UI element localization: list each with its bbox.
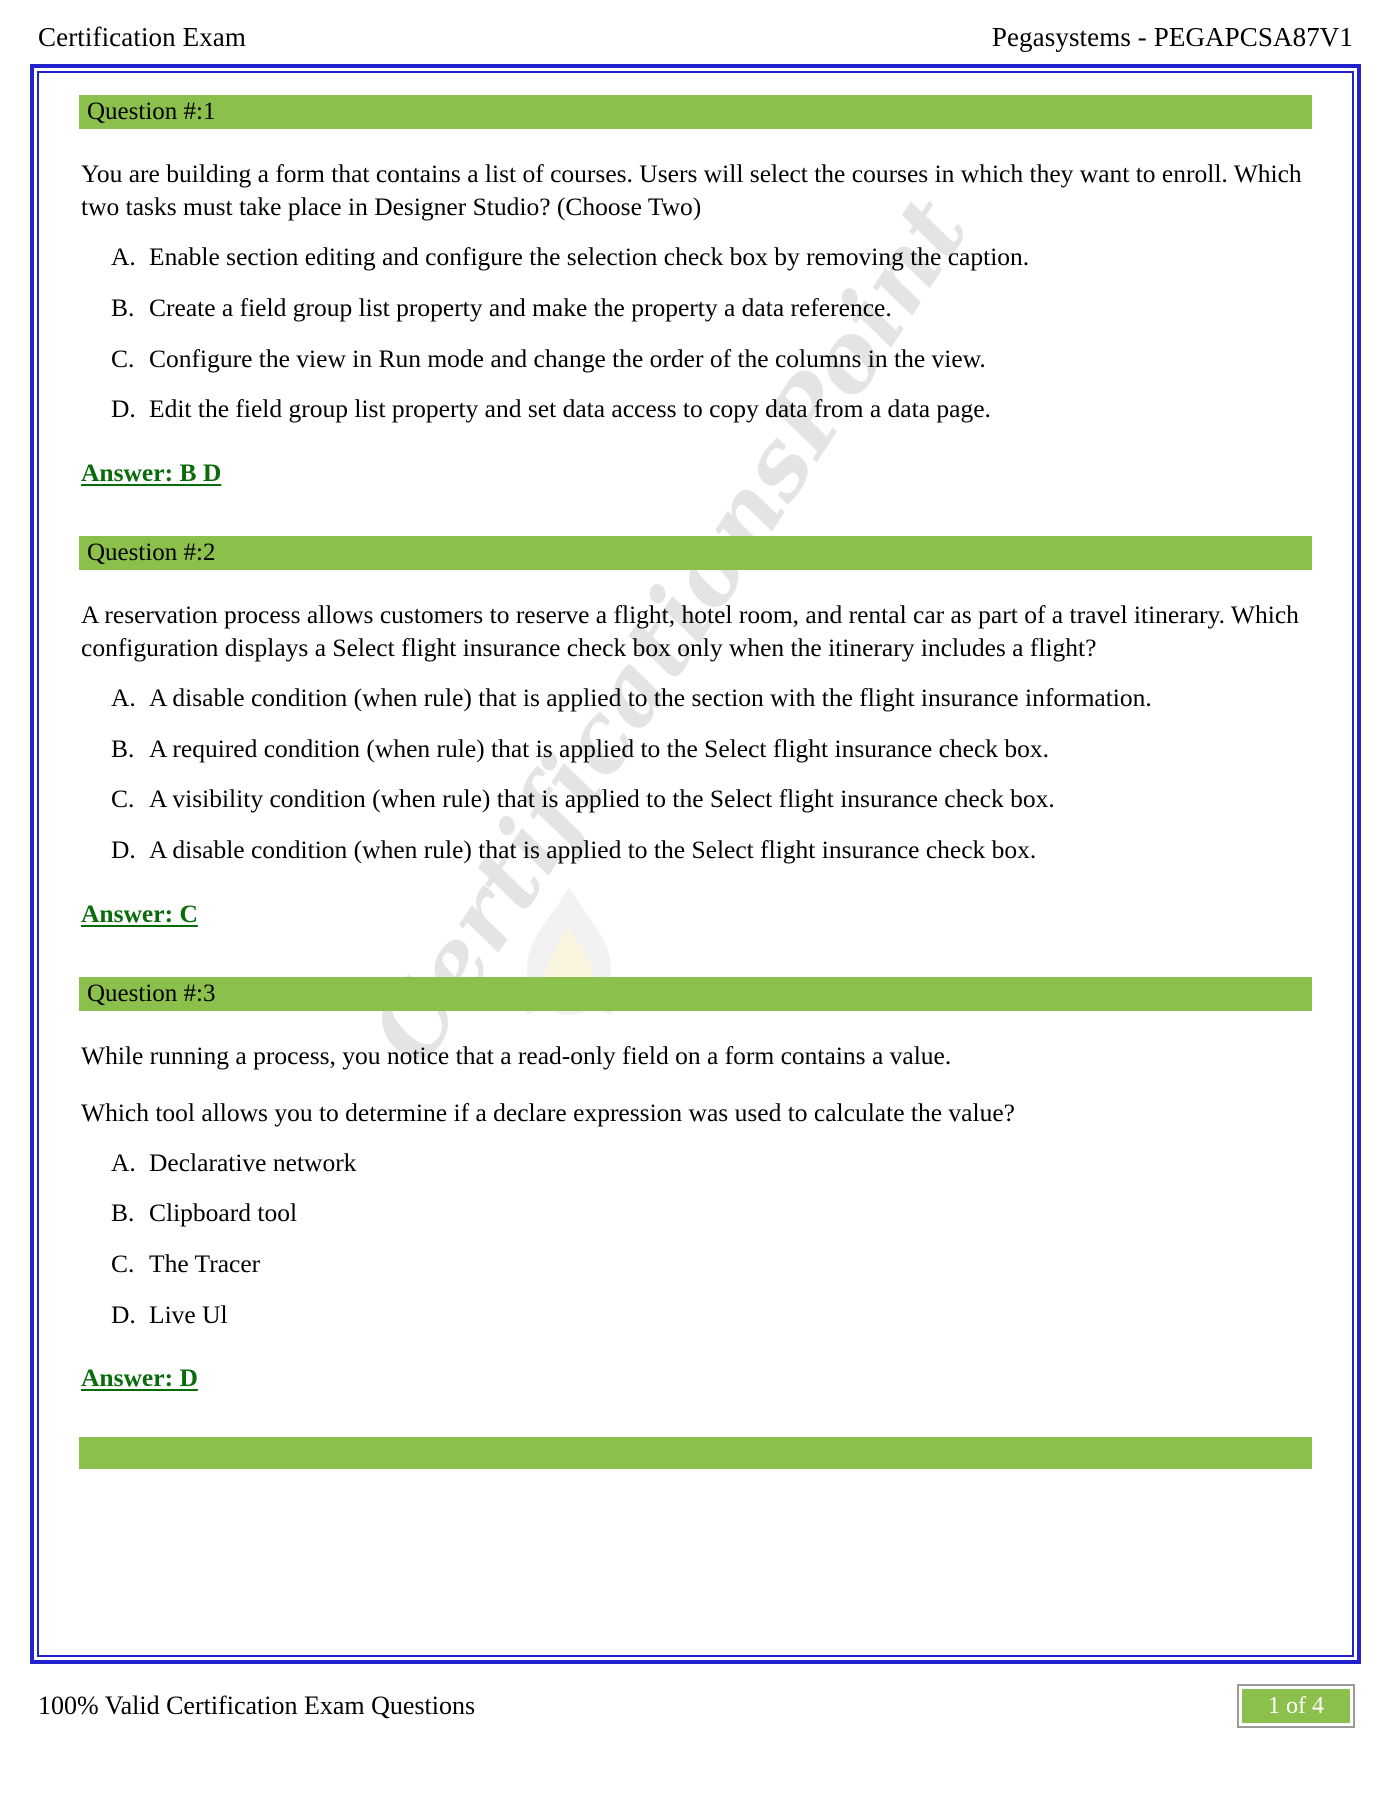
question-stem: You are building a form that contains a … [81, 159, 1302, 222]
option-item[interactable]: C. Configure the view in Run mode and ch… [79, 343, 1312, 376]
option-item[interactable]: C. A visibility condition (when rule) th… [79, 783, 1312, 816]
question-header-bar: Question #:1 [79, 95, 1312, 129]
option-text: A visibility condition (when rule) that … [149, 784, 1055, 814]
option-text: Enable section editing and configure the… [149, 242, 1030, 272]
exam-page: Certification Exam Pegasystems - PEGAPCS… [0, 0, 1391, 1800]
question-stem: While running a process, you notice that… [81, 1040, 952, 1070]
option-item[interactable]: A. Declarative network [79, 1147, 1312, 1180]
trailing-green-bar [79, 1437, 1312, 1470]
option-text: Clipboard tool [149, 1198, 298, 1228]
option-text: Edit the field group list property and s… [149, 394, 991, 424]
option-letter: D. [111, 834, 136, 864]
document-header: Certification Exam Pegasystems - PEGAPCS… [30, 0, 1361, 52]
option-letter: C. [111, 1249, 135, 1279]
document-footer: 100% Valid Certification Exam Questions … [30, 1664, 1361, 1729]
question-block: Question #:1 You are building a form tha… [79, 95, 1312, 488]
option-text: Live Ul [149, 1299, 228, 1329]
option-letter: B. [111, 733, 135, 763]
page-border-frame: CertificationsPoint Question #:1 You are… [30, 64, 1361, 1664]
option-text: The Tracer [149, 1249, 261, 1279]
option-item[interactable]: B. Clipboard tool [79, 1197, 1312, 1230]
answer-line: Answer: C [81, 898, 198, 928]
option-item[interactable]: D. A disable condition (when rule) that … [79, 834, 1312, 867]
option-letter: A. [111, 1147, 136, 1177]
option-letter: C. [111, 784, 135, 814]
option-letter: C. [111, 343, 135, 373]
option-text: Create a field group list property and m… [149, 292, 892, 322]
option-letter: D. [111, 1299, 136, 1329]
page-border-frame-inner: CertificationsPoint Question #:1 You are… [37, 71, 1354, 1657]
question-header-bar: Question #:3 [79, 976, 1312, 1011]
footer-tagline: 100% Valid Certification Exam Questions [38, 1691, 476, 1721]
option-text: Declarative network [149, 1147, 357, 1177]
questions-container: Question #:1 You are building a form tha… [39, 73, 1352, 1470]
question-block: Question #:3 While running a process, yo… [79, 976, 1312, 1394]
option-item[interactable]: B. A required condition (when rule) that… [79, 733, 1312, 766]
option-item[interactable]: A. A disable condition (when rule) that … [79, 682, 1312, 715]
option-text: A required condition (when rule) that is… [149, 733, 1050, 763]
option-letter: D. [111, 394, 136, 424]
option-item[interactable]: D. Live Ul [79, 1299, 1312, 1332]
answer-line: Answer: B D [81, 457, 222, 487]
question-header-bar: Question #:2 [79, 535, 1312, 570]
header-left-title: Certification Exam [38, 22, 246, 52]
option-text: A disable condition (when rule) that is … [149, 834, 1037, 864]
options-list: A. Enable section editing and configure … [79, 241, 1312, 426]
option-item[interactable]: A. Enable section editing and configure … [79, 241, 1312, 274]
options-list: A. A disable condition (when rule) that … [79, 682, 1312, 867]
option-letter: B. [111, 1198, 135, 1228]
option-item[interactable]: B. Create a field group list property an… [79, 292, 1312, 325]
header-right-title: Pegasystems - PEGAPCSA87V1 [991, 22, 1353, 52]
option-letter: A. [111, 242, 136, 272]
option-item[interactable]: C. The Tracer [79, 1248, 1312, 1281]
option-letter: A. [111, 683, 136, 713]
page-number-badge: 1 of 4 [1237, 1683, 1355, 1729]
option-letter: B. [111, 292, 135, 322]
option-text: A disable condition (when rule) that is … [149, 683, 1152, 713]
question-block: Question #:2 A reservation process allow… [79, 535, 1312, 929]
question-stem-secondary: Which tool allows you to determine if a … [81, 1097, 1015, 1127]
option-text: Configure the view in Run mode and chang… [149, 343, 986, 373]
answer-line: Answer: D [81, 1363, 198, 1393]
option-item[interactable]: D. Edit the field group list property an… [79, 393, 1312, 426]
options-list: A. Declarative network B. Clipboard tool… [79, 1147, 1312, 1332]
question-stem: A reservation process allows customers t… [81, 599, 1299, 662]
